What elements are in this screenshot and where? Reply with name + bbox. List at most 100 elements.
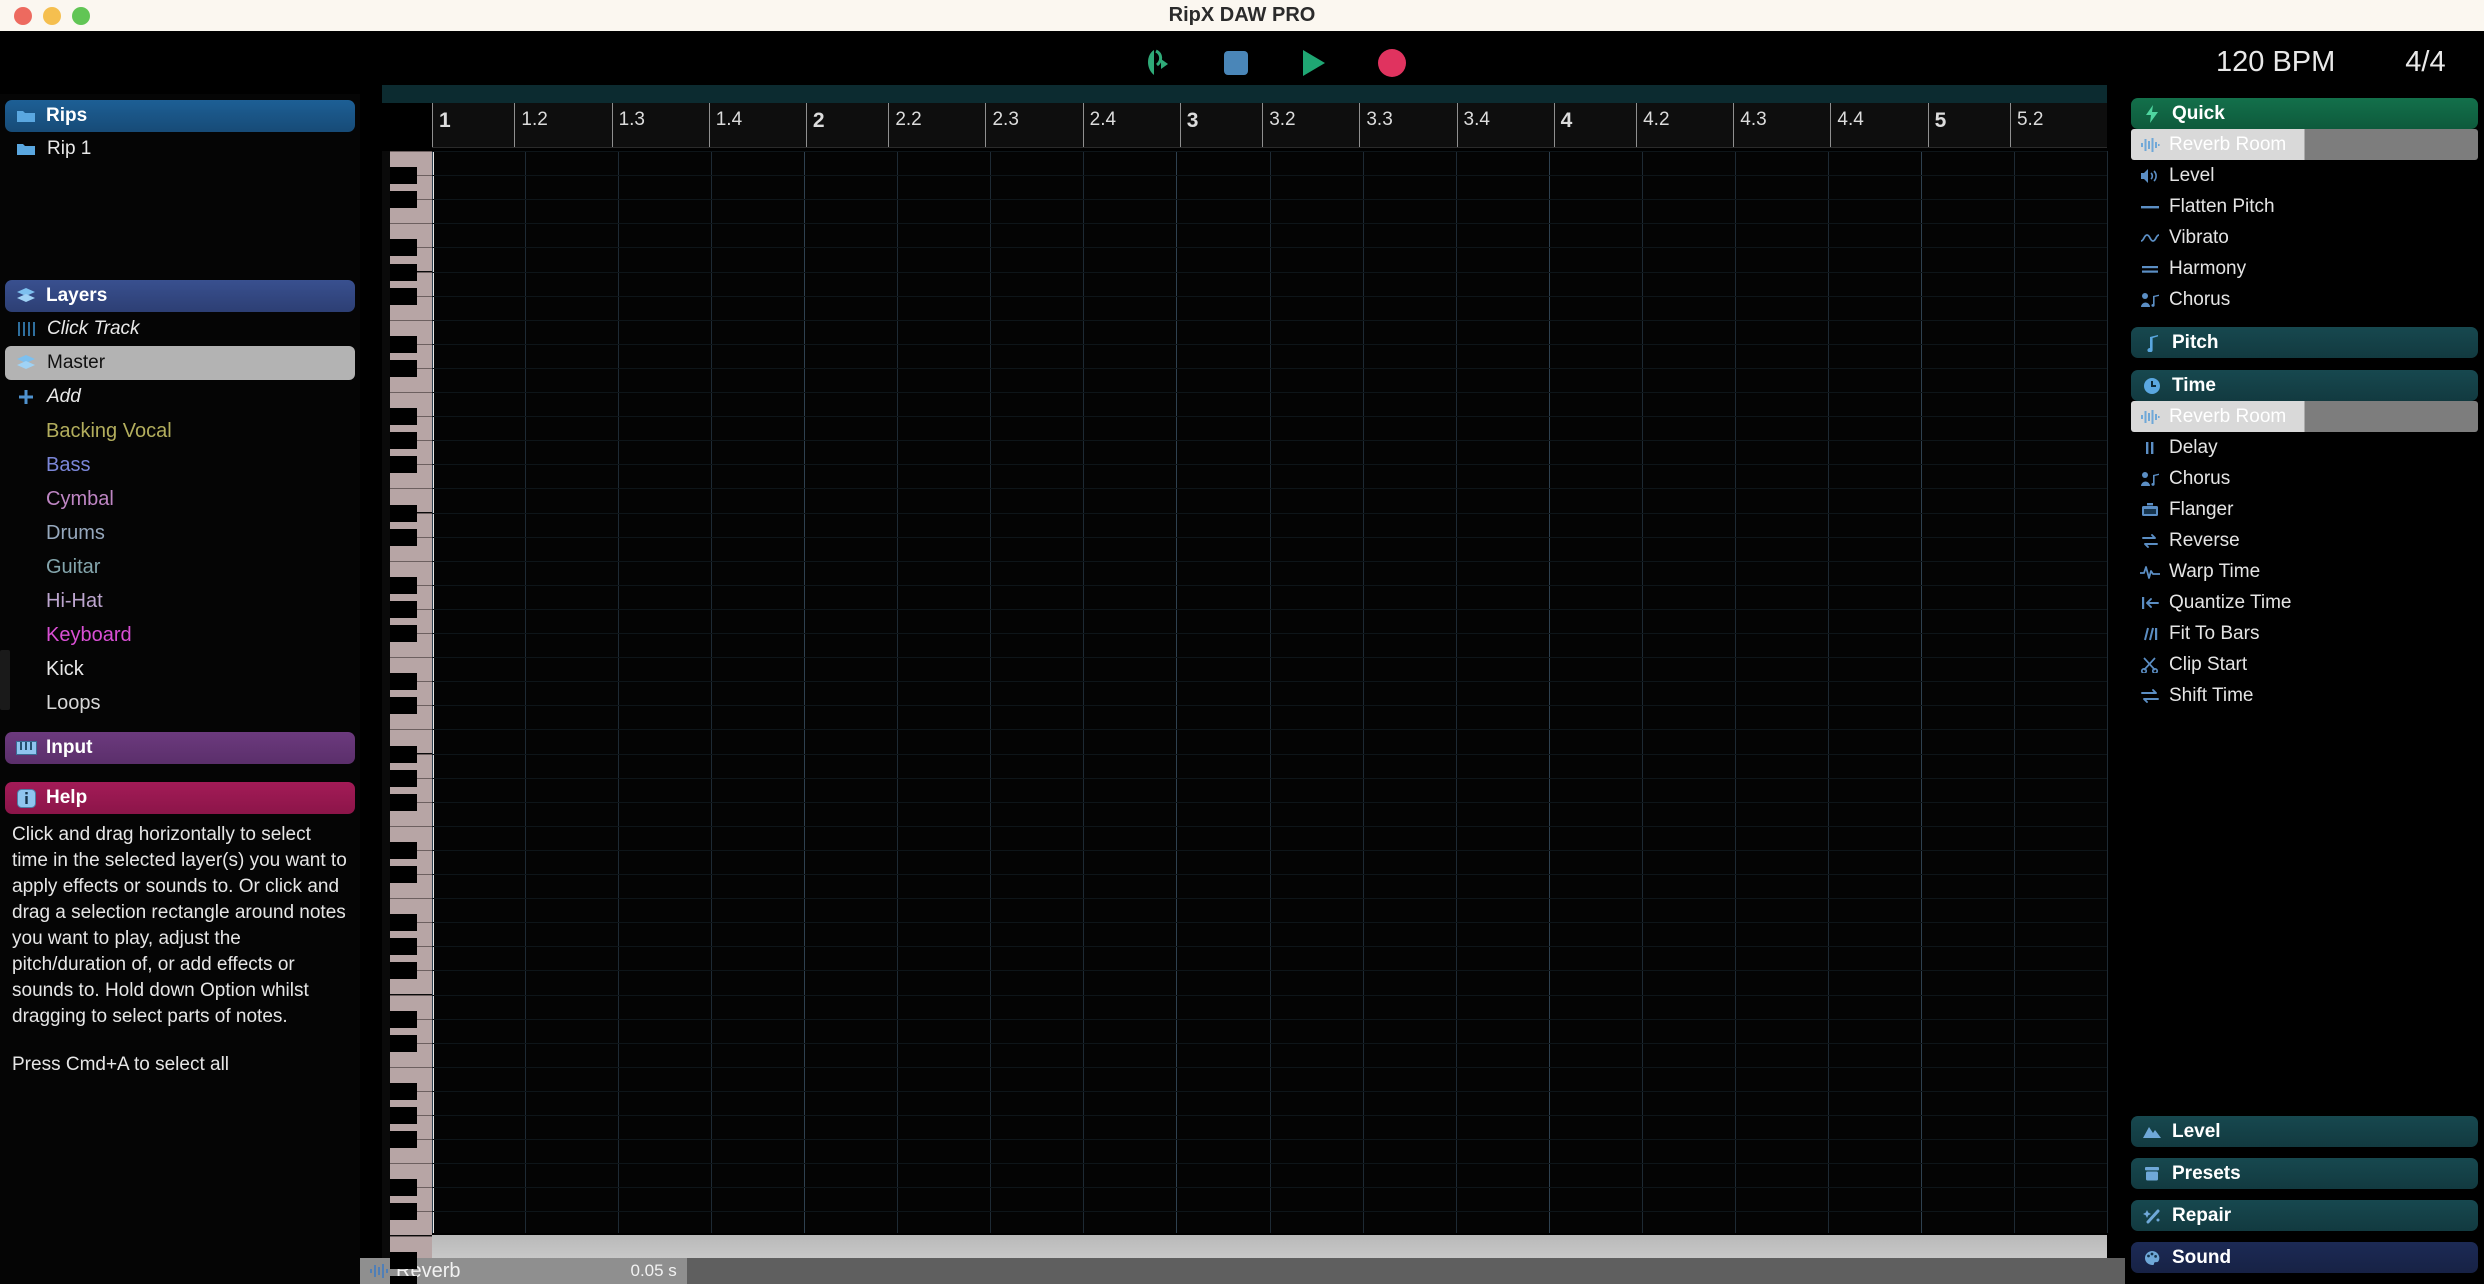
- piano-black-key[interactable]: [390, 504, 417, 522]
- ruler-tick[interactable]: 1.4: [708, 103, 806, 147]
- piano-black-key[interactable]: [390, 191, 417, 209]
- effect-item[interactable]: Quantize Time: [2131, 587, 2478, 618]
- ruler-tick[interactable]: 4.4: [1830, 103, 1927, 147]
- piano-black-key[interactable]: [390, 1082, 417, 1100]
- help-panel-header[interactable]: Help: [5, 782, 355, 814]
- effect-item[interactable]: Level: [2131, 160, 2478, 191]
- piano-black-key[interactable]: [390, 263, 417, 281]
- ruler-tick[interactable]: 2: [805, 103, 888, 147]
- piano-black-key[interactable]: [390, 1034, 417, 1052]
- ruler-tick[interactable]: 1.3: [611, 103, 709, 147]
- ruler-tick[interactable]: 3.3: [1359, 103, 1456, 147]
- piano-black-key[interactable]: [390, 769, 417, 787]
- ruler-tick[interactable]: 3.4: [1456, 103, 1554, 147]
- piano-black-key[interactable]: [390, 1251, 417, 1269]
- play-button[interactable]: [1296, 45, 1332, 81]
- piano-black-key[interactable]: [390, 1203, 417, 1221]
- ruler-tick[interactable]: 4: [1553, 103, 1636, 147]
- ruler-tick[interactable]: 5.2: [2009, 103, 2107, 147]
- timeline-ruler[interactable]: 1 1.2 1.3 1.4 2 2.2 2.3 2.4 3 3.2 3.3 3.4 4 4.2 4.3 4.4…: [432, 103, 2107, 148]
- effect-item[interactable]: Flatten Pitch: [2131, 191, 2478, 222]
- piano-black-key[interactable]: [390, 793, 417, 811]
- piano-black-key[interactable]: [390, 673, 417, 691]
- layer-item[interactable]: Loops: [0, 686, 360, 720]
- time-section-header[interactable]: Time: [2131, 370, 2478, 401]
- ruler-tick[interactable]: 5: [1927, 103, 2010, 147]
- rip-item-1[interactable]: Rip 1: [5, 132, 355, 166]
- ruler-tick[interactable]: 2.2: [888, 103, 985, 147]
- effect-item[interactable]: Reverse: [2131, 525, 2478, 556]
- time-signature-value[interactable]: 4/4: [2405, 46, 2445, 79]
- input-panel-header[interactable]: Input: [5, 732, 355, 764]
- ruler-tick[interactable]: 1: [432, 103, 514, 147]
- ruler-tick[interactable]: 2.3: [985, 103, 1082, 147]
- ruler-tick[interactable]: 3.2: [1262, 103, 1359, 147]
- effect-item[interactable]: Fit To Bars: [2131, 618, 2478, 649]
- sidebar-item-click-track[interactable]: Click Track: [5, 312, 355, 346]
- piano-keyboard[interactable]: [382, 151, 432, 1284]
- effect-item[interactable]: Vibrato: [2131, 222, 2478, 253]
- piano-black-key[interactable]: [390, 335, 417, 353]
- piano-black-key[interactable]: [390, 432, 417, 450]
- effect-item[interactable]: Reverb Room: [2131, 401, 2478, 432]
- piano-black-key[interactable]: [390, 1131, 417, 1149]
- layers-panel-header[interactable]: Layers: [5, 280, 355, 312]
- rip-button[interactable]: [1140, 45, 1176, 81]
- ruler-tick[interactable]: 2.4: [1082, 103, 1180, 147]
- piano-black-key[interactable]: [390, 456, 417, 474]
- ruler-tick[interactable]: 1.2: [514, 103, 611, 147]
- piano-black-key[interactable]: [390, 287, 417, 305]
- piano-black-key[interactable]: [390, 1010, 417, 1028]
- piano-black-key[interactable]: [390, 745, 417, 763]
- sidebar-item-add-layer[interactable]: Add: [5, 380, 355, 414]
- section-header-presets[interactable]: Presets: [2131, 1158, 2478, 1189]
- piano-black-key[interactable]: [390, 697, 417, 715]
- layer-item[interactable]: Bass: [0, 448, 360, 482]
- quick-section-header[interactable]: Quick: [2131, 98, 2478, 129]
- effect-item[interactable]: Chorus: [2131, 284, 2478, 315]
- ruler-tick[interactable]: 4.2: [1636, 103, 1733, 147]
- layer-item[interactable]: Keyboard: [0, 618, 360, 652]
- piano-black-key[interactable]: [390, 359, 417, 377]
- piano-black-key[interactable]: [390, 408, 417, 426]
- layer-item[interactable]: Guitar: [0, 550, 360, 584]
- layer-item[interactable]: Kick: [0, 652, 360, 686]
- layer-item[interactable]: Backing Vocal: [0, 414, 360, 448]
- piano-black-key[interactable]: [390, 914, 417, 932]
- effect-item[interactable]: Shift Time: [2131, 680, 2478, 711]
- fx-slider[interactable]: [686, 1258, 2125, 1284]
- fx-control-bar[interactable]: Reverb 0.05 s: [360, 1258, 2125, 1284]
- layer-item[interactable]: Drums: [0, 516, 360, 550]
- piano-black-key[interactable]: [390, 528, 417, 546]
- piano-black-key[interactable]: [390, 1179, 417, 1197]
- section-header-level[interactable]: Level: [2131, 1116, 2478, 1147]
- fx-value[interactable]: 0.05 s: [630, 1261, 676, 1281]
- layer-item[interactable]: Hi-Hat: [0, 584, 360, 618]
- piano-black-key[interactable]: [390, 600, 417, 618]
- note-grid[interactable]: [432, 151, 2108, 1237]
- piano-black-key[interactable]: [390, 1107, 417, 1124]
- left-panel-resize-handle[interactable]: [0, 650, 10, 710]
- effect-item[interactable]: Harmony: [2131, 253, 2478, 284]
- piano-black-key[interactable]: [390, 841, 417, 859]
- piano-black-key[interactable]: [390, 938, 417, 956]
- section-header-repair[interactable]: Repair: [2131, 1200, 2478, 1231]
- effect-item[interactable]: Chorus: [2131, 463, 2478, 494]
- piano-black-key[interactable]: [390, 1275, 417, 1284]
- stop-button[interactable]: [1218, 45, 1254, 81]
- layer-item[interactable]: Cymbal: [0, 482, 360, 516]
- section-header-sound[interactable]: Sound: [2131, 1242, 2478, 1273]
- sidebar-item-master[interactable]: Master: [5, 346, 355, 380]
- record-button[interactable]: [1374, 45, 1410, 81]
- effect-item[interactable]: Delay: [2131, 432, 2478, 463]
- effect-item[interactable]: Clip Start: [2131, 649, 2478, 680]
- effect-item[interactable]: Warp Time: [2131, 556, 2478, 587]
- ruler-tick[interactable]: 4.3: [1733, 103, 1830, 147]
- piano-black-key[interactable]: [390, 239, 417, 257]
- piano-black-key[interactable]: [390, 962, 417, 980]
- effect-item[interactable]: Reverb Room: [2131, 129, 2478, 160]
- bpm-value[interactable]: 120 BPM: [2216, 46, 2335, 79]
- rips-panel-header[interactable]: Rips: [5, 100, 355, 132]
- pitch-section-header[interactable]: Pitch: [2131, 327, 2478, 358]
- piano-black-key[interactable]: [390, 625, 417, 642]
